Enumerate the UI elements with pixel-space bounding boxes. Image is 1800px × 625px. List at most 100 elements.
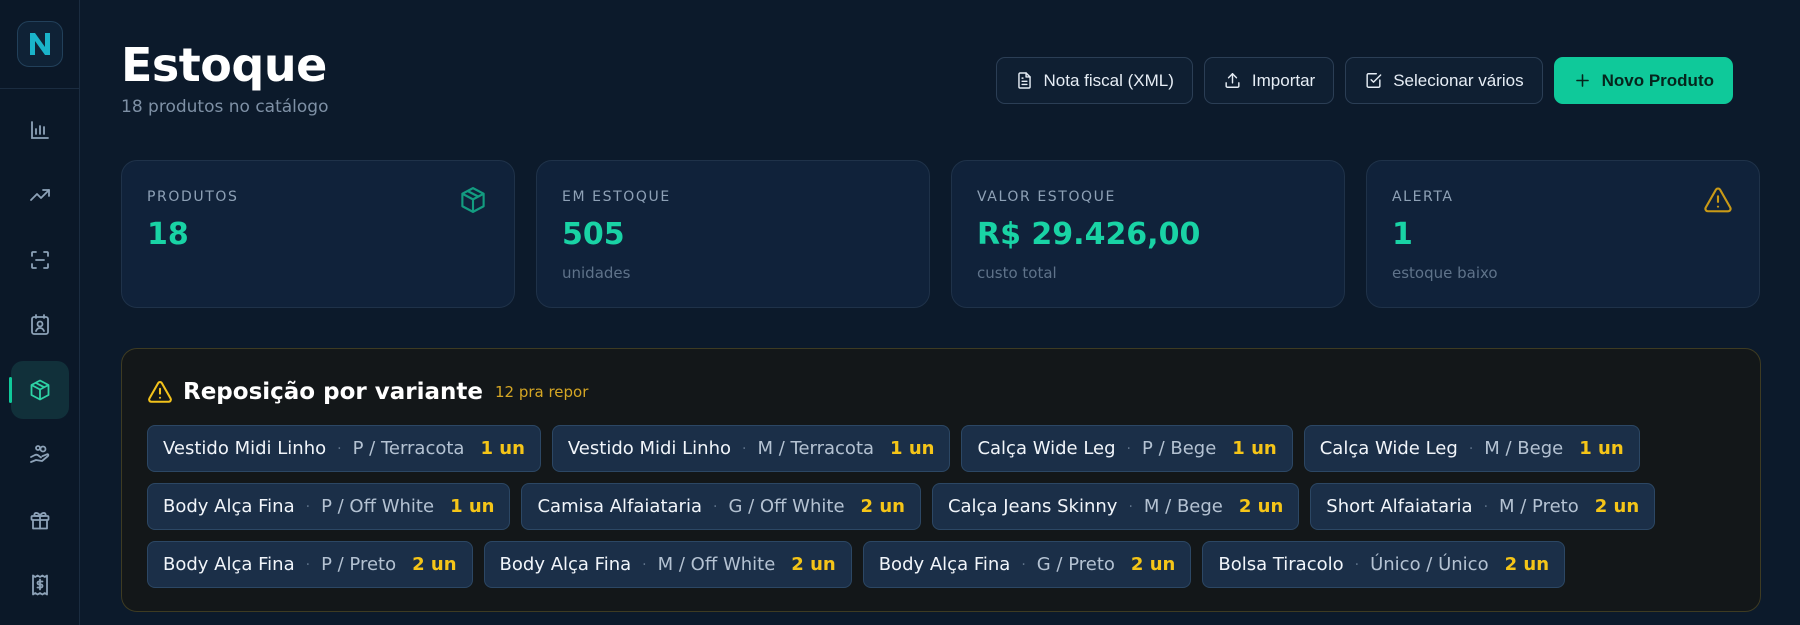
nav-dashboard[interactable] xyxy=(11,101,69,159)
package-icon xyxy=(461,187,485,213)
stat-sub: estoque baixo xyxy=(1392,264,1498,282)
chip-variant: G / Off White xyxy=(728,496,845,517)
nav-scanner[interactable] xyxy=(11,231,69,289)
chip-product-name: Camisa Alfaiataria xyxy=(537,496,702,517)
nav-trends[interactable] xyxy=(11,166,69,224)
chip-quantity: 2 un xyxy=(1594,496,1640,517)
chip-separator: · xyxy=(305,556,311,573)
restock-chip[interactable]: Short Alfaiataria · M / Preto 2 un xyxy=(1310,483,1656,530)
chip-separator: · xyxy=(337,440,342,457)
invoice-xml-label: Nota fiscal (XML) xyxy=(1043,70,1174,90)
chip-quantity: 1 un xyxy=(480,438,525,459)
logo-area xyxy=(0,0,79,89)
import-label: Importar xyxy=(1251,70,1316,90)
chip-separator: · xyxy=(305,498,311,515)
chip-variant: G / Preto xyxy=(1036,554,1115,575)
chip-separator: · xyxy=(712,498,718,515)
chip-quantity: 2 un xyxy=(1238,496,1284,517)
warning-icon xyxy=(1704,187,1732,213)
stat-card-products: PRODUTOS 18 xyxy=(121,160,515,308)
chip-variant: M / Bege xyxy=(1143,496,1223,517)
stat-label: ALERTA xyxy=(1392,189,1454,205)
chip-product-name: Body Alça Fina xyxy=(499,554,632,575)
nav-gifts[interactable] xyxy=(11,491,69,549)
chip-separator: · xyxy=(742,440,747,457)
restock-chip[interactable]: Body Alça Fina · M / Off White 2 un xyxy=(483,541,852,588)
restock-chip[interactable]: Calça Jeans Skinny · M / Bege 2 un xyxy=(931,483,1300,530)
chip-separator: · xyxy=(1354,556,1360,573)
chip-variant: M / Bege xyxy=(1484,438,1564,459)
restock-chip[interactable]: Calça Wide Leg · M / Bege 1 un xyxy=(1303,425,1640,472)
select-multiple-button[interactable]: Selecionar vários xyxy=(1345,57,1543,104)
stat-sub: custo total xyxy=(977,264,1057,282)
stat-value: 505 xyxy=(562,217,625,252)
nav-finance[interactable] xyxy=(11,556,69,614)
restock-count: 12 pra repor xyxy=(494,383,589,401)
new-product-label: Novo Produto xyxy=(1601,70,1714,90)
stat-label: PRODUTOS xyxy=(147,189,239,205)
chip-product-name: Body Alça Fina xyxy=(878,554,1011,575)
plus-icon xyxy=(1575,74,1589,87)
restock-chip-list: Vestido Midi Linho · P / Terracota 1 un Ves… xyxy=(147,425,1747,599)
stat-card-stock-value: VALOR ESTOQUE R$ 29.426,00 custo total xyxy=(951,160,1345,308)
chip-row: Body Alça Fina · P / Off White 1 un Camisa … xyxy=(147,483,1747,530)
sidebar xyxy=(0,0,80,625)
toolbar: Nota fiscal (XML) Importar Selecionar vá… xyxy=(995,57,1733,104)
chip-variant: M / Preto xyxy=(1499,496,1579,517)
chip-quantity: 2 un xyxy=(1504,554,1550,575)
chip-variant: P / Preto xyxy=(321,554,397,575)
stat-label: VALOR ESTOQUE xyxy=(977,189,1116,205)
chip-variant: Único / Único xyxy=(1370,554,1489,575)
restock-chip[interactable]: Body Alça Fina · P / Preto 2 un xyxy=(147,541,473,588)
receipt-icon xyxy=(32,574,48,596)
chip-product-name: Vestido Midi Linho xyxy=(567,438,732,459)
chip-quantity: 2 un xyxy=(791,554,836,575)
chip-product-name: Body Alça Fina xyxy=(163,496,295,517)
chip-separator: · xyxy=(1468,440,1474,457)
gift-icon xyxy=(30,512,50,530)
chip-product-name: Short Alfaiataria xyxy=(1326,496,1473,517)
chip-quantity: 1 un xyxy=(450,496,495,517)
restock-chip[interactable]: Vestido Midi Linho · P / Terracota 1 un xyxy=(147,425,541,472)
chip-quantity: 2 un xyxy=(412,554,457,575)
restock-chip[interactable]: Calça Wide Leg · P / Bege 1 un xyxy=(961,425,1293,472)
chip-quantity: 1 un xyxy=(1579,438,1624,459)
chip-separator: · xyxy=(642,556,647,573)
chip-variant: P / Off White xyxy=(321,496,435,517)
nav-customers[interactable] xyxy=(11,296,69,354)
chip-variant: P / Bege xyxy=(1142,438,1217,459)
restock-chip[interactable]: Bolsa Tiracolo · Único / Único 2 un xyxy=(1202,541,1566,588)
stat-card-alert: ALERTA 1 estoque baixo xyxy=(1366,160,1760,308)
chip-quantity: 1 un xyxy=(890,438,935,459)
new-product-button[interactable]: Novo Produto xyxy=(1553,57,1733,104)
upload-icon xyxy=(1225,73,1240,88)
chip-quantity: 2 un xyxy=(1130,554,1176,575)
restock-chip[interactable]: Body Alça Fina · P / Off White 1 un xyxy=(147,483,511,530)
warning-icon xyxy=(148,381,172,403)
stat-value: 1 xyxy=(1392,217,1413,252)
invoice-xml-button[interactable]: Nota fiscal (XML) xyxy=(995,57,1193,104)
chip-product-name: Calça Wide Leg xyxy=(977,438,1116,459)
chip-product-name: Calça Jeans Skinny xyxy=(947,496,1118,517)
hand-coins-icon xyxy=(30,445,50,463)
chip-product-name: Bolsa Tiracolo xyxy=(1218,554,1344,575)
restock-chip[interactable]: Body Alça Fina · G / Preto 2 un xyxy=(862,541,1192,588)
chip-variant: P / Terracota xyxy=(352,438,465,459)
page-subtitle: 18 produtos no catálogo xyxy=(121,97,329,117)
page-title: Estoque xyxy=(121,38,327,92)
contact-card-icon xyxy=(31,314,49,335)
stat-card-in-stock: EM ESTOQUE 505 unidades xyxy=(536,160,930,308)
chip-variant: M / Terracota xyxy=(757,438,875,459)
stat-sub: unidades xyxy=(562,264,631,282)
restock-chip[interactable]: Vestido Midi Linho · M / Terracota 1 un xyxy=(551,425,951,472)
chip-product-name: Vestido Midi Linho xyxy=(163,438,327,459)
chip-variant: M / Off White xyxy=(657,554,776,575)
stat-value: R$ 29.426,00 xyxy=(977,217,1201,252)
select-multiple-label: Selecionar vários xyxy=(1393,70,1524,90)
restock-chip[interactable]: Camisa Alfaiataria · G / Off White 2 un xyxy=(521,483,921,530)
stat-value: 18 xyxy=(147,217,189,252)
nav-stock[interactable] xyxy=(9,361,69,419)
logo[interactable] xyxy=(16,21,63,67)
import-button[interactable]: Importar xyxy=(1203,57,1335,104)
nav-payments[interactable] xyxy=(11,426,69,484)
